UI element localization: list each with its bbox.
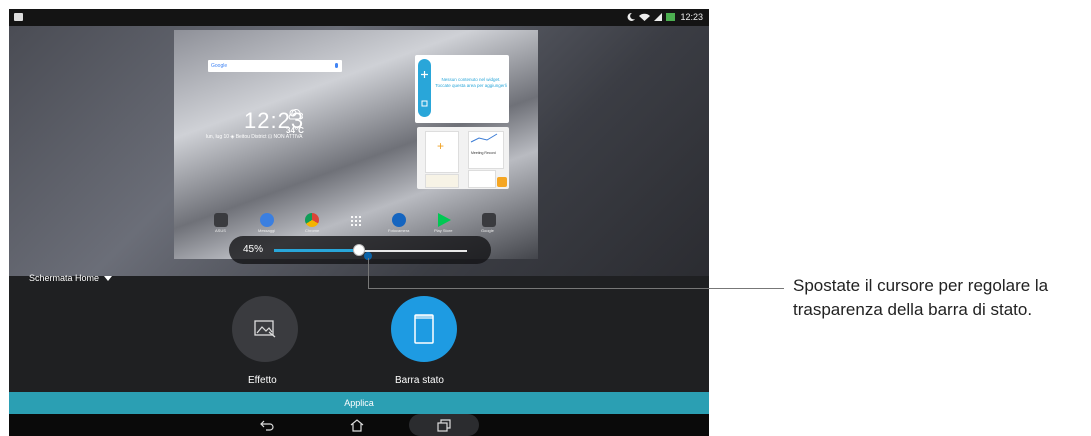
navigation-bar	[9, 414, 709, 436]
dock-label-asus: ASUS	[215, 228, 226, 233]
apply-button[interactable]: Applica	[9, 392, 709, 414]
google-search-bar: Google	[208, 60, 342, 72]
widget-icon	[421, 100, 428, 107]
note-card-small	[425, 174, 459, 188]
effect-button[interactable]	[232, 296, 298, 362]
google-folder-icon	[482, 213, 496, 227]
transparency-slider-panel: 45%	[229, 236, 491, 264]
home-button[interactable]	[349, 417, 365, 433]
callout-caption: Spostate il cursore per regolare la tras…	[793, 274, 1091, 322]
date-location-line: lun, lug 10 ◈ Beitou District ⊡ NON ATTI…	[206, 134, 303, 140]
dock-label-camera: Fotocamera	[388, 228, 410, 233]
asus-folder-icon	[214, 213, 228, 227]
caret-down-icon	[104, 275, 113, 281]
note-card-title: Meeting Record	[471, 151, 496, 155]
moon-icon	[628, 13, 636, 21]
home-screen-dropdown[interactable]: Schermata Home	[29, 273, 113, 283]
note-card-chart: Meeting Record	[468, 131, 504, 169]
dock-label-google: Google	[481, 228, 494, 233]
back-icon	[260, 420, 274, 431]
status-bar-icon	[414, 314, 434, 344]
widget-corner-icon	[497, 177, 507, 187]
messages-app-icon	[260, 213, 274, 227]
empty-widget: Nessun contenuto nel widget. Toccate que…	[415, 55, 509, 123]
slider-fill	[274, 249, 359, 252]
dock-label-chrome: Chrome	[305, 228, 320, 233]
status-time: 12:23	[680, 12, 703, 22]
search-brand: Google	[211, 63, 228, 69]
status-bar: 12:23	[9, 9, 709, 26]
note-card-small-2	[468, 170, 496, 188]
notification-icon	[14, 13, 23, 21]
transparency-value: 45%	[243, 244, 264, 255]
app-dock: ASUS Messaggi Chrome Fotocamera Play Sto…	[174, 213, 538, 233]
effect-label: Effetto	[248, 375, 277, 386]
signal-icon	[654, 13, 663, 21]
tablet-screen: 12:23 Google 12:23 34°C lun, lug 10 ◈ Be…	[9, 9, 709, 436]
plus-icon	[421, 71, 428, 78]
weather-icon	[288, 109, 303, 120]
play-store-app-icon	[438, 213, 451, 227]
home-icon	[350, 418, 364, 432]
home-screen-preview: Google 12:23 34°C lun, lug 10 ◈ Beitou D…	[174, 30, 538, 259]
recents-icon	[437, 418, 451, 432]
recents-button[interactable]	[436, 417, 452, 433]
note-card-add: +	[425, 131, 459, 173]
widget-empty-message: Nessun contenuto nel widget. Toccate que…	[435, 77, 507, 88]
callout-line-vertical	[368, 258, 369, 288]
callout-line-2: trasparenza della barra di stato.	[793, 300, 1033, 319]
status-bar-label: Barra stato	[395, 375, 444, 386]
image-effect-icon	[254, 320, 276, 338]
back-button[interactable]	[259, 417, 275, 433]
dock-label-messages: Messaggi	[258, 228, 276, 233]
app-drawer-icon	[350, 215, 362, 227]
notes-widget: + Meeting Record	[417, 127, 509, 189]
dock-label-play-store: Play Store	[434, 228, 453, 233]
status-bar-button[interactable]	[391, 296, 457, 362]
mic-icon	[335, 63, 338, 68]
battery-icon	[666, 13, 676, 21]
chrome-app-icon	[305, 213, 319, 227]
chart-thumbnail-icon	[470, 133, 498, 143]
add-note-icon: +	[437, 139, 445, 153]
callout-line-1: Spostate il cursore per regolare la	[793, 276, 1049, 295]
callout-line-horizontal	[368, 288, 784, 289]
widget-add-button	[418, 59, 431, 117]
camera-app-icon	[392, 213, 406, 227]
wifi-icon	[639, 13, 651, 21]
section-label-text: Schermata Home	[29, 273, 100, 283]
